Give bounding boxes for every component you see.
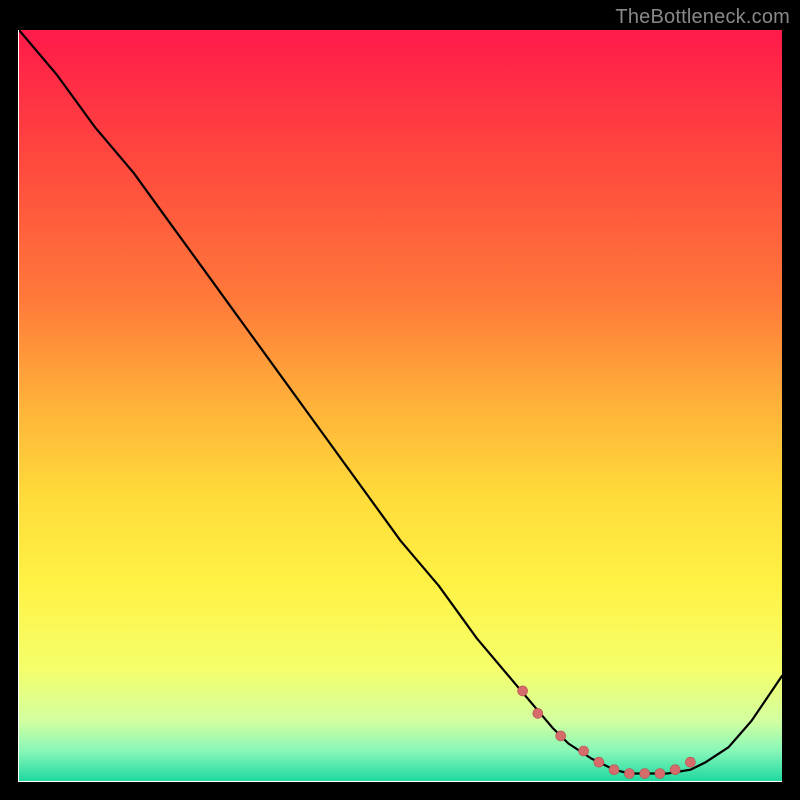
curve-marker: [640, 769, 650, 779]
curve-marker: [594, 757, 604, 767]
curve-marker: [518, 686, 528, 696]
curve-marker: [670, 765, 680, 775]
curve-marker: [655, 769, 665, 779]
chart-line-layer: [19, 30, 782, 781]
curve-marker: [624, 769, 634, 779]
curve-marker: [685, 757, 695, 767]
curve-marker: [533, 708, 543, 718]
curve-marker: [579, 746, 589, 756]
curve-marker: [609, 765, 619, 775]
attribution-label: TheBottleneck.com: [615, 6, 790, 29]
chart-plot-area: [18, 30, 782, 782]
bottleneck-curve: [19, 30, 782, 774]
curve-marker: [556, 731, 566, 741]
curve-markers: [518, 686, 696, 779]
